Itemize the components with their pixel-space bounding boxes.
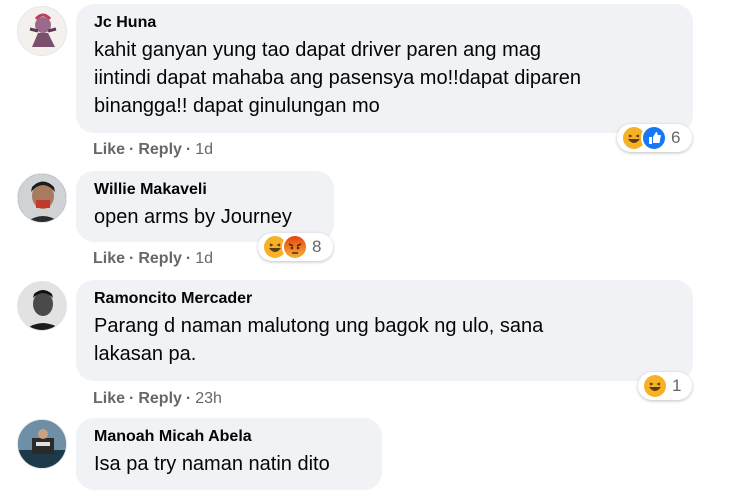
- comment-bubble: Manoah Micah Abela Isa pa try naman nati…: [76, 418, 382, 490]
- avatar-photo-icon: [18, 174, 66, 222]
- like-button[interactable]: Like: [93, 390, 125, 407]
- comment-bubble: Ramoncito Mercader Parang d naman maluto…: [76, 280, 693, 381]
- reactions-summary[interactable]: 6: [617, 124, 692, 152]
- reactions-summary[interactable]: 1: [638, 372, 692, 400]
- comment-timestamp[interactable]: 1d: [195, 250, 213, 267]
- reactions-summary[interactable]: 8: [258, 233, 333, 261]
- haha-reaction-icon: [642, 373, 668, 399]
- comment-text: Isa pa try naman natin dito: [94, 453, 330, 475]
- separator: ·: [129, 250, 135, 267]
- avatar-cartoon-icon: [18, 7, 66, 55]
- comment-actions: Like · Reply · 1d: [93, 249, 213, 269]
- reaction-count: 1: [672, 376, 682, 395]
- comment-author[interactable]: Manoah Micah Abela: [94, 427, 364, 447]
- avatar-photo-icon: [18, 420, 66, 468]
- reaction-count: 8: [312, 237, 322, 256]
- separator: ·: [129, 390, 135, 407]
- reply-button[interactable]: Reply: [138, 390, 182, 407]
- comment-text: kahit ganyan yung tao dapat driver paren…: [94, 39, 582, 117]
- reaction-count: 6: [671, 128, 681, 147]
- avatar[interactable]: [17, 281, 67, 331]
- reply-button[interactable]: Reply: [138, 250, 182, 267]
- like-button[interactable]: Like: [93, 250, 125, 267]
- comment-actions: Like · Reply · 1d: [93, 140, 213, 160]
- separator: ·: [129, 141, 135, 158]
- avatar-photo-icon: [18, 282, 66, 330]
- comment-actions: Like · Reply · 23h: [93, 389, 222, 409]
- reply-button[interactable]: Reply: [138, 141, 182, 158]
- comment-bubble: Willie Makaveli open arms by Journey: [76, 171, 334, 242]
- separator: ·: [185, 250, 192, 267]
- avatar[interactable]: [17, 6, 67, 56]
- comment-bubble: Jc Huna kahit ganyan yung tao dapat driv…: [76, 4, 693, 133]
- avatar[interactable]: [17, 419, 67, 469]
- like-reaction-icon: [641, 125, 667, 151]
- separator: ·: [185, 390, 192, 407]
- like-button[interactable]: Like: [93, 141, 125, 158]
- avatar[interactable]: [17, 173, 67, 223]
- comment-text: Parang d naman malutong ung bagok ng ulo…: [94, 315, 544, 365]
- comment-author[interactable]: Ramoncito Mercader: [94, 289, 675, 309]
- comment-author[interactable]: Jc Huna: [94, 13, 675, 33]
- separator: ·: [185, 141, 192, 158]
- comment-text: open arms by Journey: [94, 206, 292, 228]
- comment-timestamp[interactable]: 23h: [195, 390, 222, 407]
- comment-timestamp[interactable]: 1d: [195, 141, 213, 158]
- angry-reaction-icon: [282, 234, 308, 260]
- comment-author[interactable]: Willie Makaveli: [94, 180, 316, 200]
